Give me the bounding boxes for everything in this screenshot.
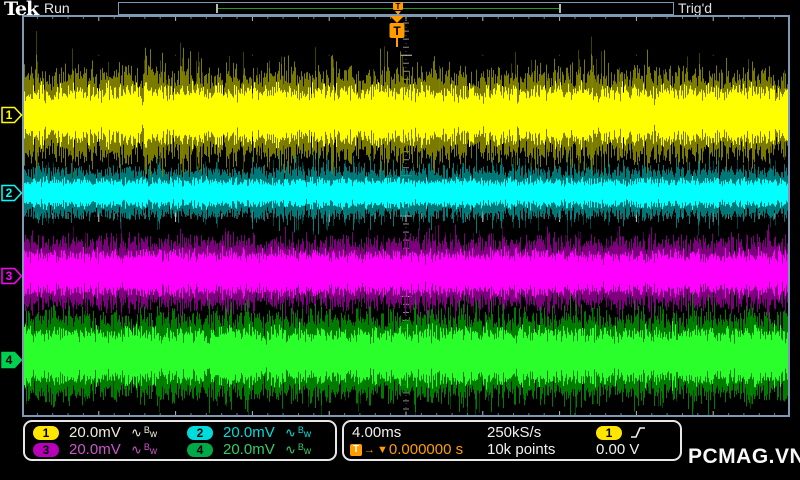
acquisition-status: Run: [44, 0, 70, 16]
svg-text:3: 3: [6, 269, 13, 283]
trigger-position-flag[interactable]: T: [386, 16, 408, 48]
waveform-display: [22, 15, 790, 417]
channel-3-position-marker[interactable]: 3: [1, 267, 23, 285]
record-trigger-position-icon[interactable]: T: [391, 2, 405, 15]
channel-1-badge[interactable]: 1: [33, 425, 59, 440]
ac-coupling-icon: ∿: [131, 424, 142, 440]
channel-4-badge[interactable]: 4: [187, 442, 213, 457]
arrow-right-icon: →: [364, 443, 375, 456]
trigger-marker-icon: ▼: [377, 443, 388, 456]
channel-3-scale: 20.0mV: [69, 441, 121, 458]
channel-2-scale: 20.0mV: [223, 424, 275, 441]
timebase-readout: 4.00ms: [352, 424, 402, 441]
channel-2-position-marker[interactable]: 2: [1, 184, 23, 202]
trigger-position-readout: T → ▼ 0.000000 s: [350, 441, 463, 458]
trigger-level-readout: 0.00 V: [596, 441, 640, 458]
record-window-right-bracket[interactable]: [559, 4, 561, 13]
svg-text:T: T: [393, 24, 401, 38]
channel-1-scale: 20.0mV: [69, 424, 121, 441]
trigger-t-icon: T: [350, 443, 362, 456]
sample-rate-readout: 250kS/s: [487, 424, 542, 441]
record-view-bar[interactable]: T: [118, 2, 674, 15]
svg-text:4: 4: [6, 353, 13, 367]
channel-4-scale: 20.0mV: [223, 441, 275, 458]
trigger-source-badge[interactable]: 1: [596, 425, 622, 440]
channel-3-badge[interactable]: 3: [33, 442, 59, 457]
horizontal-trigger-readout-box: 4.00ms 250kS/s 1 T → ▼ 0.000000 s 10k point…: [342, 420, 682, 461]
channel-1-position-marker[interactable]: 1: [1, 106, 23, 124]
ac-coupling-icon: ∿: [285, 424, 296, 440]
ac-coupling-icon: ∿: [285, 441, 296, 457]
oscilloscope-screen: Tek Run T Trig'd 1 2 3 4 T 1 20.0mV ∿ B …: [0, 0, 800, 480]
record-window-left-bracket[interactable]: [216, 4, 218, 13]
channel-readout-box: 1 20.0mV ∿ Bw 2 20.0mV ∿ Bw 3 20.0mV ∿ Bw: [23, 420, 337, 461]
svg-text:2: 2: [6, 186, 13, 200]
svg-text:T: T: [396, 2, 401, 11]
trigger-slope-rising-icon: [631, 427, 645, 438]
record-length-readout: 10k points: [487, 441, 556, 458]
channel-2-badge[interactable]: 2: [187, 425, 213, 440]
svg-text:1: 1: [6, 108, 13, 122]
trigger-status: Trig'd: [678, 0, 713, 16]
ac-coupling-icon: ∿: [131, 441, 142, 457]
channel-4-position-marker[interactable]: 4: [1, 351, 23, 369]
record-window-line: [217, 8, 559, 9]
watermark: PCMAG.VN: [688, 445, 800, 468]
